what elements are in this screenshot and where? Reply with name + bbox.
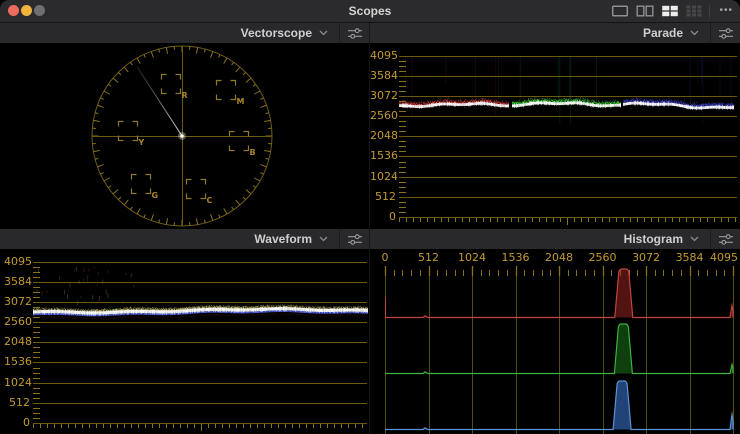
fullscreen-button[interactable]: [34, 5, 45, 16]
histogram-title: Histogram: [624, 229, 683, 249]
two-pane-icon: [636, 5, 654, 17]
vectorscope-settings-button[interactable]: [340, 23, 369, 43]
histogram-header: Histogram: [370, 229, 740, 249]
window-title: Scopes: [349, 0, 392, 22]
titlebar: Scopes: [0, 0, 740, 23]
four-scope-layout-button[interactable]: [661, 5, 679, 17]
sliders-icon: [718, 233, 734, 246]
vectorscope-panel: Vectorscope RMYBGC: [0, 23, 370, 229]
vectorscope-type-dropdown[interactable]: Vectorscope: [241, 23, 339, 43]
parade-type-dropdown[interactable]: Parade: [643, 23, 710, 43]
grid-scope-layout-button[interactable]: [686, 5, 702, 17]
parade-header: Parade: [370, 23, 740, 43]
parade-canvas: [370, 43, 740, 229]
chevron-down-icon: [319, 236, 328, 242]
vectorscope-title: Vectorscope: [241, 23, 312, 43]
titlebar-separator: [709, 5, 710, 18]
scope-grid: Vectorscope RMYBGC: [0, 23, 740, 434]
waveform-settings-button[interactable]: [340, 229, 369, 249]
four-pane-icon: [661, 5, 679, 17]
two-scope-layout-button[interactable]: [636, 5, 654, 17]
sliders-icon: [718, 27, 734, 40]
chevron-down-icon: [690, 236, 699, 242]
more-options-button[interactable]: •••: [717, 0, 735, 22]
histogram-type-dropdown[interactable]: Histogram: [624, 229, 710, 249]
parade-settings-button[interactable]: [711, 23, 740, 43]
waveform-display: 40953584307225602048153610245120: [0, 249, 369, 434]
minimize-button[interactable]: [21, 5, 32, 16]
vectorscope-display: RMYBGC: [0, 43, 369, 229]
histogram-canvas: [370, 249, 740, 434]
single-pane-icon: [611, 5, 629, 17]
sliders-icon: [347, 233, 363, 246]
waveform-type-dropdown[interactable]: Waveform: [254, 229, 339, 249]
chevron-down-icon: [690, 30, 699, 36]
chevron-down-icon: [319, 30, 328, 36]
nine-pane-icon: [686, 5, 702, 17]
waveform-header: Waveform: [0, 229, 369, 249]
vectorscope-canvas: [0, 43, 369, 229]
layout-buttons: •••: [611, 0, 735, 22]
single-scope-layout-button[interactable]: [611, 5, 629, 17]
parade-panel: Parade 4095358430722: [370, 23, 740, 229]
waveform-panel: Waveform 40953584307: [0, 229, 370, 434]
waveform-canvas: [0, 249, 369, 434]
histogram-settings-button[interactable]: [711, 229, 740, 249]
parade-display: 40953584307225602048153610245120: [370, 43, 740, 229]
traffic-lights: [8, 5, 45, 16]
close-button[interactable]: [8, 5, 19, 16]
histogram-panel: Histogram 0512102415: [370, 229, 740, 434]
sliders-icon: [347, 27, 363, 40]
parade-title: Parade: [643, 23, 683, 43]
histogram-display: 05121024153620482560307235844095: [370, 249, 740, 434]
scopes-window: Scopes: [0, 0, 740, 434]
vectorscope-header: Vectorscope: [0, 23, 369, 43]
waveform-title: Waveform: [254, 229, 312, 249]
